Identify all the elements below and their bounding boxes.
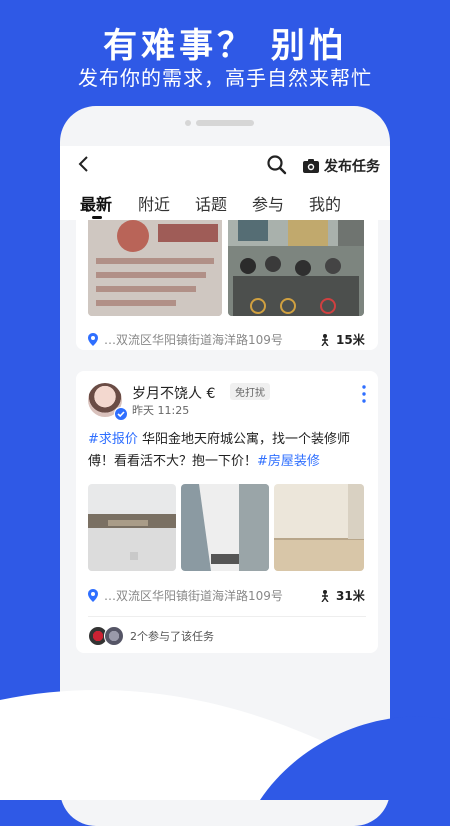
task-location: …双流区华阳镇街道海洋路109号 — [88, 331, 283, 348]
task-photo[interactable] — [228, 220, 364, 316]
topic-tag[interactable]: #房屋装修 — [257, 454, 320, 469]
task-photo[interactable] — [88, 220, 222, 316]
task-distance: 15米 — [320, 331, 365, 348]
camera-icon — [303, 159, 319, 173]
tab-nearby[interactable]: 附近 — [138, 191, 170, 215]
tab-mine[interactable]: 我的 — [309, 191, 341, 215]
search-icon[interactable] — [266, 154, 288, 176]
task-location: …双流区华阳镇街道海洋路109号 — [88, 587, 283, 604]
tab-participating[interactable]: 参与 — [252, 191, 284, 215]
tab-topics[interactable]: 话题 — [195, 191, 227, 215]
walk-icon — [321, 333, 329, 346]
username[interactable]: 岁月不饶人 € — [132, 383, 215, 403]
participants-row[interactable]: 2个参与了该任务 — [88, 626, 214, 646]
more-vertical-icon[interactable] — [362, 385, 366, 403]
task-distance-text: 31米 — [336, 589, 365, 603]
street-crowd-image — [228, 220, 364, 316]
phone-speaker — [196, 120, 254, 126]
task-photo[interactable] — [181, 484, 269, 571]
walk-icon — [321, 589, 329, 602]
top-nav-bar: 发布任务 — [60, 146, 390, 186]
participants-count: 2个参与了该任务 — [130, 630, 214, 643]
task-location-text: …双流区华阳镇街道海洋路109号 — [104, 589, 283, 603]
task-photo[interactable] — [88, 484, 176, 571]
do-not-disturb-badge: 免打扰 — [230, 383, 270, 400]
room-photo-image — [274, 484, 364, 571]
post-text: #求报价 华阳金地天府城公寓，找一个装修师傅！看看活不大？抱一下价！#房屋装修 — [88, 429, 368, 473]
hero-title: 有难事？ 别怕 — [103, 26, 347, 66]
task-distance-text: 15米 — [336, 333, 365, 347]
location-pin-icon — [88, 589, 98, 602]
tab-latest[interactable]: 最新 — [80, 191, 112, 215]
room-photo-image — [88, 484, 176, 571]
task-card[interactable]: 岁月不饶人 € 免打扰 昨天 11:25 #求报价 华阳金地天府城公寓，找一个装… — [76, 371, 378, 653]
bottom-wave-decoration — [0, 689, 450, 800]
phone-camera-dot — [185, 120, 191, 126]
publish-task-label: 发布任务 — [324, 159, 380, 175]
active-tab-indicator — [92, 216, 102, 219]
hero-subtitle: 发布你的需求，高手自然来帮忙 — [78, 66, 372, 90]
task-card[interactable]: …双流区华阳镇街道海洋路109号 15米 — [76, 220, 378, 350]
storefront-sign-image — [88, 220, 222, 316]
publish-task-button[interactable]: 发布任务 — [302, 154, 380, 178]
verified-icon — [114, 407, 128, 421]
task-location-text: …双流区华阳镇街道海洋路109号 — [104, 333, 283, 347]
back-icon[interactable] — [76, 152, 92, 176]
avatar — [104, 626, 124, 646]
task-photo[interactable] — [274, 484, 364, 571]
topic-tag[interactable]: #求报价 — [88, 432, 138, 447]
card-divider — [88, 616, 366, 617]
location-pin-icon — [88, 333, 98, 346]
post-time: 昨天 11:25 — [132, 404, 190, 417]
task-distance: 31米 — [320, 587, 365, 604]
room-photo-image — [181, 484, 269, 571]
tab-bar: 最新 附近 话题 参与 我的 — [60, 186, 390, 220]
